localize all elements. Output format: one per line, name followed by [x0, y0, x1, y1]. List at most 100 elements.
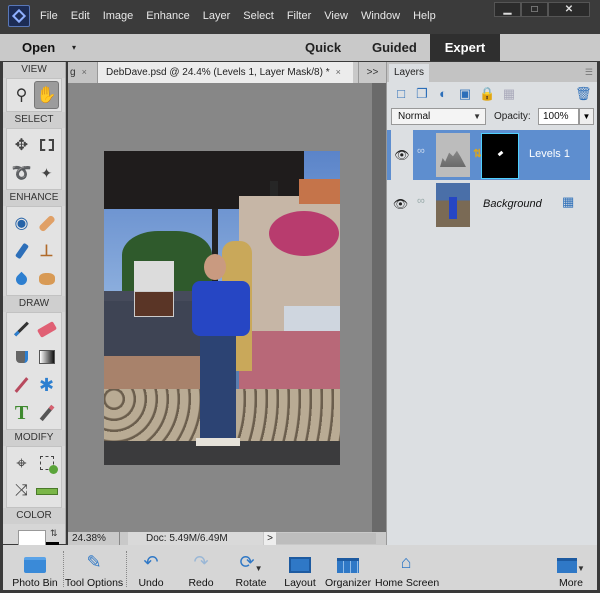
red-eye-tool[interactable]: ◉: [9, 209, 34, 237]
close-button[interactable]: ✕: [548, 2, 590, 17]
move-tool[interactable]: ✥: [9, 131, 34, 159]
more-button[interactable]: ▼ More: [551, 549, 591, 589]
open-dropdown-icon[interactable]: ▾: [72, 43, 76, 52]
thumb-figure: [449, 197, 457, 219]
home-screen-button[interactable]: ⌂ Home Screen: [375, 549, 439, 589]
content-aware-move-tool[interactable]: ⤨: [9, 477, 34, 505]
rotate-button[interactable]: ⟳ ▼ Rotate: [229, 549, 273, 589]
sponge-tool[interactable]: [34, 265, 59, 293]
tab-active-close-icon[interactable]: ×: [336, 67, 341, 77]
layer-lock-icon[interactable]: ▦: [562, 194, 574, 210]
organizer-button[interactable]: Organizer: [325, 549, 371, 589]
menu-enhance[interactable]: Enhance: [146, 10, 189, 22]
menu-view[interactable]: View: [324, 10, 348, 22]
open-button[interactable]: Open: [22, 40, 55, 55]
clone-stamp-tool[interactable]: ⊥: [34, 237, 59, 265]
maximize-button[interactable]: □: [521, 2, 548, 17]
menu-select[interactable]: Select: [243, 10, 274, 22]
menu-filter[interactable]: Filter: [287, 10, 311, 22]
panel-menu-icon[interactable]: ☰: [585, 67, 593, 78]
marquee-tool[interactable]: [34, 131, 59, 159]
layer-name[interactable]: Background: [483, 198, 542, 210]
layer-row-background[interactable]: 👁 ∞ Background ▦: [387, 180, 590, 230]
status-menu-arrow[interactable]: >: [264, 532, 276, 545]
new-group-icon[interactable]: ❐: [414, 86, 430, 102]
recompose-tool[interactable]: [34, 449, 59, 477]
swap-colors-icon[interactable]: ⇅: [50, 528, 58, 539]
layer-row-levels[interactable]: 👁 ∞ ⇅ Levels 1: [387, 130, 590, 180]
opacity-dropdown-button[interactable]: ▼: [579, 108, 594, 125]
mode-guided-tab[interactable]: Guided: [372, 40, 417, 55]
undo-icon: ↶: [143, 552, 159, 572]
menu-edit[interactable]: Edit: [71, 10, 90, 22]
straighten-tool[interactable]: [34, 477, 59, 505]
lock-all-icon[interactable]: 🔒: [479, 86, 495, 102]
undo-label: Undo: [138, 577, 164, 589]
vertical-scrollbar[interactable]: [372, 83, 386, 532]
custom-shape-tool[interactable]: ✱: [34, 371, 59, 399]
link-icon[interactable]: ∞: [417, 145, 425, 157]
tool-options-button[interactable]: ✎ Tool Options: [63, 549, 125, 589]
layer-name[interactable]: Levels 1: [529, 148, 570, 160]
tab-layers[interactable]: Layers: [389, 64, 429, 82]
car: [284, 306, 340, 331]
quick-selection-tool[interactable]: ✦: [34, 159, 59, 187]
tab-active-document[interactable]: DebDave.psd @ 24.4% (Levels 1, Layer Mas…: [98, 62, 353, 83]
splat-icon: ✱: [38, 374, 55, 395]
eyedropper-tool[interactable]: [9, 371, 34, 399]
layers-panel: Layers ☰ □ ❐ ◐ ▣ 🔒 ▦ 🗑 Normal ▼ Opacity: …: [386, 62, 597, 545]
layout-button[interactable]: Layout: [280, 549, 320, 589]
zoom-level[interactable]: 24.38%: [72, 532, 120, 545]
undo-button[interactable]: ↶ Undo: [131, 549, 171, 589]
redo-icon: ↷: [193, 552, 209, 572]
smart-brush-tool[interactable]: [9, 237, 34, 265]
more-tabs-button[interactable]: >>: [358, 62, 386, 83]
recompose-icon: [39, 456, 58, 474]
lasso-tool[interactable]: ➰: [9, 159, 34, 187]
mode-expert-tab[interactable]: Expert: [430, 34, 500, 61]
new-layer-icon[interactable]: □: [393, 86, 409, 102]
menu-help[interactable]: Help: [413, 10, 436, 22]
menu-image[interactable]: Image: [103, 10, 134, 22]
tab-prev-close-icon[interactable]: ×: [82, 67, 87, 77]
hand-tool[interactable]: ✋: [34, 81, 59, 109]
gradient-tool[interactable]: [34, 343, 59, 371]
menu-file[interactable]: File: [40, 10, 58, 22]
tab-prev-label: g: [70, 67, 76, 78]
man-jeans: [200, 336, 236, 441]
spot-healing-tool[interactable]: [34, 209, 59, 237]
layer-mask-thumbnail[interactable]: [481, 133, 519, 179]
menu-layer[interactable]: Layer: [203, 10, 231, 22]
tab-active-label: DebDave.psd @ 24.4% (Levels 1, Layer Mas…: [106, 67, 330, 78]
layers-toolbar: □ ❐ ◐ ▣ 🔒 ▦ 🗑: [387, 82, 597, 106]
eraser-tool[interactable]: [34, 315, 59, 343]
visibility-eye-icon[interactable]: 👁: [393, 197, 408, 211]
tab-previous-document[interactable]: g ×: [68, 62, 98, 83]
blur-tool[interactable]: [9, 265, 34, 293]
organizer-label: Organizer: [325, 577, 372, 589]
lasso-icon: ➰: [11, 165, 32, 182]
level-icon: [35, 487, 58, 495]
visibility-eye-icon[interactable]: 👁: [391, 130, 413, 180]
zoom-tool[interactable]: ⚲: [9, 81, 34, 109]
adjustment-layer-icon[interactable]: ◐: [435, 86, 451, 102]
photo-bin-button[interactable]: Photo Bin: [7, 549, 63, 589]
document-image[interactable]: [104, 151, 340, 465]
pencil-tool[interactable]: [34, 399, 59, 427]
paint-bucket-tool[interactable]: [9, 343, 34, 371]
minimize-button[interactable]: ▁: [494, 2, 521, 17]
type-tool[interactable]: T: [9, 399, 34, 427]
blend-mode-select[interactable]: Normal ▼: [391, 108, 486, 125]
menu-window[interactable]: Window: [361, 10, 400, 22]
crop-tool[interactable]: ⌖: [9, 449, 34, 477]
brush-tool[interactable]: [9, 315, 34, 343]
horizontal-scrollbar[interactable]: [276, 533, 376, 544]
link-icon[interactable]: ∞: [417, 195, 425, 207]
opacity-input[interactable]: 100%: [538, 108, 579, 125]
add-mask-icon[interactable]: ▣: [457, 86, 473, 102]
mode-quick-tab[interactable]: Quick: [305, 40, 341, 55]
man-head: [204, 254, 226, 280]
redo-button[interactable]: ↷ Redo: [181, 549, 221, 589]
lock-transparent-icon[interactable]: ▦: [501, 86, 517, 102]
delete-layer-icon[interactable]: 🗑: [575, 86, 592, 102]
